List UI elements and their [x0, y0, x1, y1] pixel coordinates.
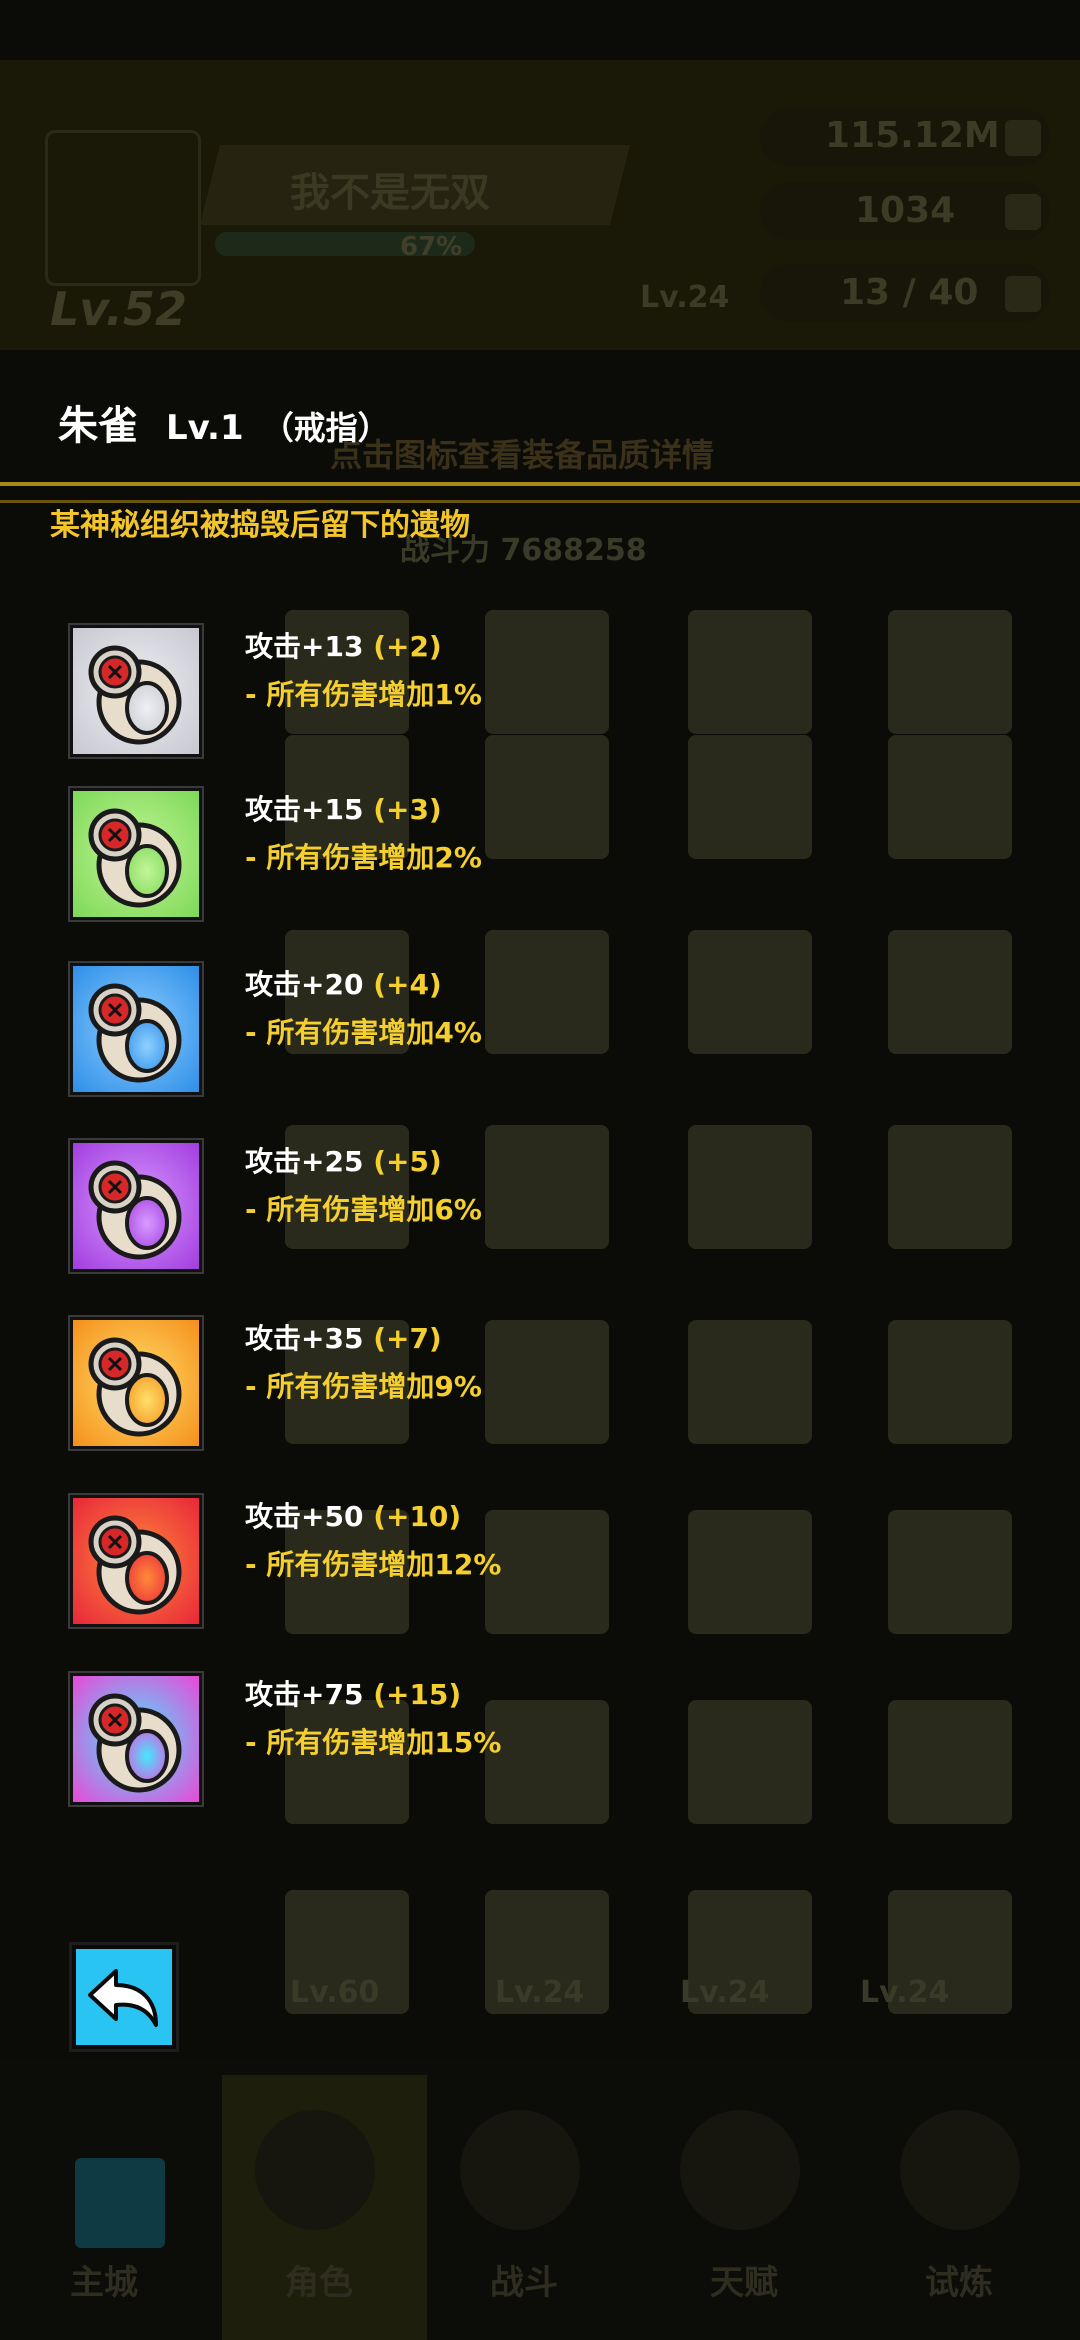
ring-icon[interactable] [70, 963, 202, 1095]
bg-nav-talent: 天赋 [710, 2263, 778, 2303]
tier-effect: - 所有伤害增加9% [245, 1370, 482, 1403]
ring-icon[interactable] [70, 788, 202, 920]
tier-attack-stat: 攻击+50 (+10) [245, 1495, 461, 1535]
item-name: 朱雀 [58, 403, 138, 449]
tier-attack-value: 攻击+50 [245, 1500, 364, 1533]
bg-gems: 1034 [855, 190, 956, 231]
quality-tier-row: 攻击+75 (+15) - 所有伤害增加15% [0, 1673, 1080, 1823]
tier-effect: - 所有伤害增加2% [245, 841, 482, 874]
tier-attack-value: 攻击+25 [245, 1145, 364, 1178]
bg-slot-level: Lv.24 [495, 1975, 585, 2010]
tier-attack-stat: 攻击+15 (+3) [245, 788, 442, 828]
bg-nav-role: 角色 [285, 2263, 353, 2303]
tier-attack-stat: 攻击+13 (+2) [245, 625, 442, 665]
bg-exp-text: 67% [400, 232, 463, 262]
tier-attack-stat: 攻击+25 (+5) [245, 1140, 442, 1180]
quality-tier-row: 攻击+35 (+7) - 所有伤害增加9% [0, 1317, 1080, 1467]
bg-back-icon [75, 2158, 165, 2248]
bg-gold: 115.12M [825, 115, 1000, 156]
bg-nav-icon [680, 2110, 800, 2230]
tier-attack-value: 攻击+35 [245, 1322, 364, 1355]
tier-effect: - 所有伤害增加12% [245, 1548, 502, 1581]
tier-attack-value: 攻击+75 [245, 1678, 364, 1711]
tier-attack-value: 攻击+20 [245, 968, 364, 1001]
bg-energy-level: Lv.24 [640, 280, 730, 315]
bg-slot-level: Lv.60 [290, 1975, 380, 2010]
bg-slot-level: Lv.24 [680, 1975, 770, 2010]
ring-icon[interactable] [70, 1673, 202, 1805]
tier-attack-stat: 攻击+75 (+15) [245, 1673, 461, 1713]
ring-icon[interactable] [70, 1140, 202, 1272]
bg-player-name: 我不是无双 [290, 170, 490, 216]
tier-attack-bonus: (+3) [373, 793, 442, 826]
bg-slot-level: Lv.24 [860, 1975, 950, 2010]
bg-stamina: 13 / 40 [840, 272, 979, 313]
item-slot-type: （戒指） [261, 409, 390, 447]
ring-icon[interactable] [70, 625, 202, 757]
tier-effect: - 所有伤害增加15% [245, 1726, 502, 1759]
tier-attack-bonus: (+10) [373, 1500, 462, 1533]
bg-nav-icon [900, 2110, 1020, 2230]
title-divider [0, 482, 1080, 486]
tier-attack-bonus: (+5) [373, 1145, 442, 1178]
bg-gems-plus-icon [1005, 194, 1041, 230]
bg-stamina-plus-icon [1005, 276, 1041, 312]
bg-nav-trial: 试炼 [925, 2263, 993, 2303]
bg-player-level: Lv.52 [50, 282, 188, 336]
tier-effect: - 所有伤害增加1% [245, 678, 482, 711]
tier-attack-stat: 攻击+20 (+4) [245, 963, 442, 1003]
quality-tier-row: 攻击+25 (+5) - 所有伤害增加6% [0, 1140, 1080, 1290]
tier-attack-bonus: (+4) [373, 968, 442, 1001]
tier-attack-bonus: (+2) [373, 630, 442, 663]
bg-nav-icon [255, 2110, 375, 2230]
bg-avatar [45, 130, 201, 286]
tier-attack-stat: 攻击+35 (+7) [245, 1317, 442, 1357]
item-description: 某神秘组织被捣毁后留下的遗物 [50, 508, 470, 543]
ring-icon[interactable] [70, 1317, 202, 1449]
tier-attack-bonus: (+15) [373, 1678, 462, 1711]
tier-effect: - 所有伤害增加4% [245, 1016, 482, 1049]
back-button[interactable] [72, 1945, 176, 2049]
item-level: Lv.1 [166, 408, 244, 448]
tier-effect: - 所有伤害增加6% [245, 1193, 482, 1226]
quality-tier-row: 攻击+20 (+4) - 所有伤害增加4% [0, 963, 1080, 1113]
bg-gold-plus-icon [1005, 120, 1041, 156]
tier-attack-value: 攻击+15 [245, 793, 364, 826]
item-title: 朱雀 Lv.1 （戒指） [58, 393, 390, 451]
tier-attack-value: 攻击+13 [245, 630, 364, 663]
bg-nav-home: 主城 [70, 2263, 138, 2303]
quality-tier-row: 攻击+50 (+10) - 所有伤害增加12% [0, 1495, 1080, 1645]
quality-tier-row: 攻击+15 (+3) - 所有伤害增加2% [0, 788, 1080, 938]
tier-attack-bonus: (+7) [373, 1322, 442, 1355]
back-arrow-icon [88, 1969, 158, 2027]
bg-nav-icon [460, 2110, 580, 2230]
ring-icon[interactable] [70, 1495, 202, 1627]
bg-nav-battle: 战斗 [490, 2263, 558, 2303]
quality-tier-row: 攻击+13 (+2) - 所有伤害增加1% [0, 625, 1080, 775]
